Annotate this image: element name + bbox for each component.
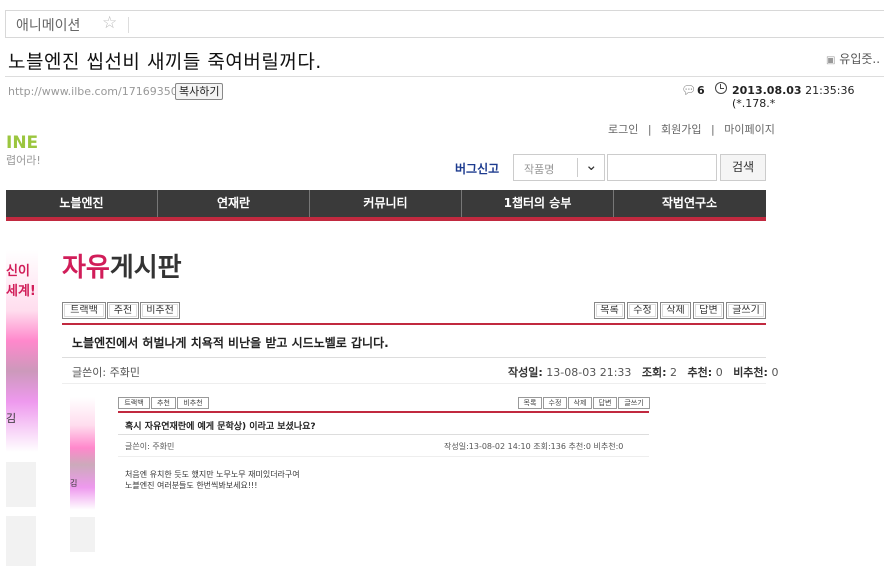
written-value: 13-08-03 21:33 — [546, 366, 632, 379]
reply-button: 답변 — [693, 302, 724, 319]
delete-button: 삭제 — [660, 302, 691, 319]
copy-url-button[interactable]: 복사하기 — [175, 83, 224, 100]
nav-item: 연재란 — [158, 190, 310, 217]
post-title: 노블엔진 씹선비 새끼들 죽여버릴꺼다. — [8, 51, 322, 73]
nested-banner-image — [70, 397, 95, 510]
nested-banner-caption: 김 — [70, 479, 78, 488]
nested-list-button: 목록 — [518, 397, 542, 409]
nav-item: 작법연구소 — [661, 196, 718, 210]
divider — [5, 76, 884, 77]
divider — [118, 434, 649, 435]
nav-item: 1챕터의 승부 — [462, 190, 614, 217]
up-value: 0 — [715, 366, 723, 379]
side-banner-placeholder — [6, 462, 36, 507]
write-button: 글쓰기 — [726, 302, 766, 319]
edit-button: 수정 — [627, 302, 658, 319]
not-recommend-button: 비추천 — [140, 302, 180, 319]
nested-delete-button: 삭제 — [568, 397, 592, 409]
bug-report-link: 버그신고 — [455, 162, 500, 176]
board-title-rest: 게시판 — [109, 253, 182, 283]
main-nav: 노블엔진 연재란 커뮤니티 1챕터의 승부 작법연구소 — [6, 190, 766, 221]
divider — [62, 383, 766, 384]
nested-banner-placeholder — [70, 517, 95, 552]
author-name: 주화민 — [109, 366, 140, 379]
nested-not-recommend-button: 비추천 — [177, 397, 209, 409]
down-value: 0 — [771, 366, 779, 379]
post-date: 2013.08.03 21:35:36 (*.178.* — [732, 84, 884, 110]
nested-write-button: 글쓰기 — [618, 397, 650, 409]
search-button: 검색 — [720, 154, 766, 181]
search-category-select: 작품명 ⌄ — [513, 154, 605, 181]
nested-post-stats: 작성일:13-08-02 14:10 조회:136 추천:0 비추천:0 — [444, 442, 624, 451]
search-input — [607, 154, 717, 181]
side-banner-line: 신이 — [6, 264, 30, 279]
divider — [118, 456, 649, 457]
board-post-author: 글쓴이: 주화민 — [72, 364, 140, 380]
account-links: 로그인 | 회원가입 | 마이페이지 — [608, 123, 775, 136]
site-logo: INE — [6, 133, 39, 153]
nav-item: 커뮤니티 — [310, 190, 462, 217]
up-label: 추천: — [687, 366, 713, 379]
comment-count[interactable]: 6 — [697, 84, 705, 97]
post-url[interactable]: http://www.ilbe.com/1716935074 — [8, 85, 192, 98]
category-label[interactable]: 애니메이션 — [16, 15, 80, 35]
nested-post-subject: 혹시 자유연재란에 예게 문학상) 이라고 보셨나요? — [125, 422, 316, 432]
side-banner-placeholder — [6, 516, 36, 566]
nested-post-author: 글쓴이: 주화민 — [125, 442, 175, 451]
side-banner-text: 신이 세계! — [6, 262, 36, 302]
divider — [577, 158, 578, 177]
chevron-down-icon: ⌄ — [585, 156, 598, 174]
list-button: 목록 — [594, 302, 625, 319]
side-banner-line: 세계! — [6, 284, 36, 299]
select-label: 작품명 — [524, 163, 555, 176]
referrer-label: 유입줏.. — [839, 52, 881, 66]
divider — [62, 323, 766, 325]
board-title: 자유게시판 — [62, 247, 182, 284]
views-value: 2 — [670, 366, 678, 379]
author-label: 글쓴이: — [72, 366, 107, 379]
star-icon[interactable]: ☆ — [102, 13, 117, 33]
nav-item: 노블엔진 — [6, 190, 158, 217]
recommend-button: 추천 — [107, 302, 139, 319]
down-label: 비추천: — [733, 366, 768, 379]
divider — [62, 357, 766, 358]
board-post-subject: 노블엔진에서 허벌나게 치욕적 비난을 받고 시드노벨로 갑니다. — [72, 336, 389, 350]
divider — [128, 17, 129, 33]
board-title-highlight: 자유 — [62, 253, 110, 283]
trackback-button: 트랙백 — [62, 302, 106, 319]
clock-icon — [715, 82, 727, 94]
nested-post-body-line: 처음엔 유치한 듯도 했지만 노무노무 재미있더라구여 — [125, 470, 300, 479]
nested-edit-button: 수정 — [543, 397, 567, 409]
nested-trackback-button: 트랙백 — [118, 397, 150, 409]
category-bar: 애니메이션 ☆ — [5, 10, 884, 38]
site-logo-subtitle: 렵어라! — [6, 154, 41, 167]
window-icon: ▣ — [826, 55, 836, 66]
nested-post-body-line: 노블엔진 여러분들도 한번씩봐보세요!!! — [125, 481, 258, 490]
comment-icon: 💬︎ — [681, 83, 697, 97]
nested-recommend-button: 추천 — [151, 397, 176, 409]
referrer-button[interactable]: ▣ 유입줏.. — [826, 50, 880, 67]
board-post-stats: 작성일: 13-08-03 21:33 조회: 2 추천: 0 비추천: 0 — [508, 364, 778, 380]
nested-reply-button: 답변 — [593, 397, 617, 409]
side-banner-caption: 김 — [6, 412, 17, 425]
views-label: 조회: — [641, 366, 667, 379]
divider — [118, 411, 649, 413]
post-date-day: 2013.08.03 — [732, 84, 802, 97]
written-label: 작성일: — [508, 366, 543, 379]
